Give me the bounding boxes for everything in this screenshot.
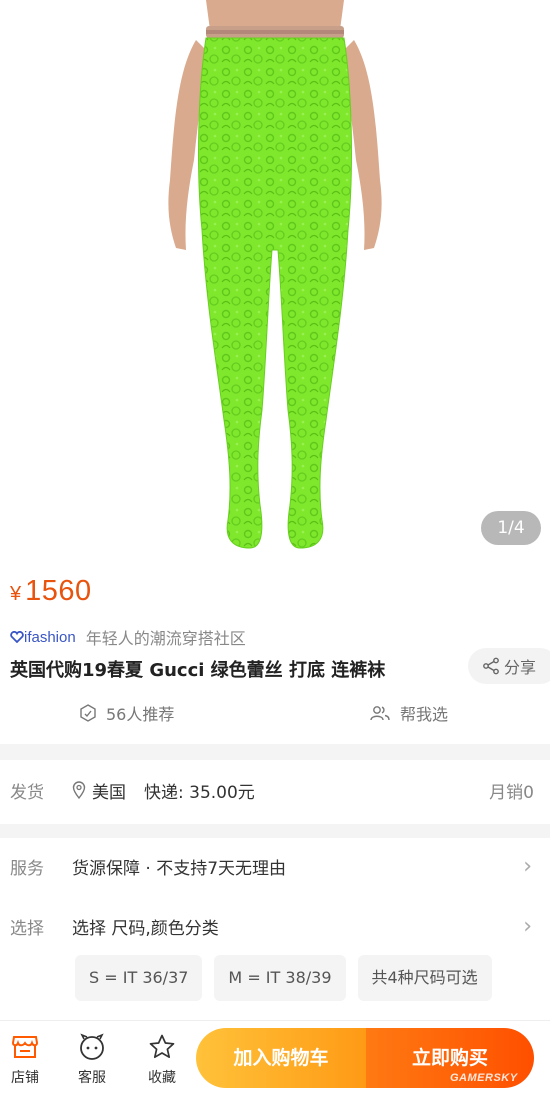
store-tab[interactable]: 店铺 bbox=[0, 1031, 50, 1087]
size-chip[interactable]: M = IT 38/39 bbox=[214, 955, 346, 1001]
price-value: 1560 bbox=[25, 575, 92, 607]
service-label: 服务 bbox=[10, 858, 44, 879]
people-icon bbox=[370, 706, 390, 721]
shipping-label: 发货 bbox=[10, 782, 44, 803]
size-count-chip[interactable]: 共4种尺码可选 bbox=[357, 955, 492, 1001]
favorite-tab[interactable]: 收藏 bbox=[137, 1031, 187, 1087]
currency-symbol: ¥ bbox=[10, 583, 22, 605]
section-divider bbox=[0, 824, 550, 838]
share-icon bbox=[483, 657, 499, 675]
product-photo bbox=[168, 0, 382, 549]
share-button[interactable]: 分享 bbox=[468, 648, 550, 684]
select-row[interactable]: 选择 选择 尺码,颜色分类 › bbox=[0, 904, 550, 948]
help-choose-label: 帮我选 bbox=[400, 705, 449, 724]
recommend-icon bbox=[80, 704, 96, 722]
ship-from-location: 美国 bbox=[92, 782, 126, 803]
service-row[interactable]: 服务 货源保障 · 不支持7天无理由 › bbox=[0, 844, 550, 888]
price: ¥1560 bbox=[10, 575, 92, 608]
recommend-label: 56人推荐 bbox=[106, 705, 175, 724]
chevron-right-icon: › bbox=[523, 913, 532, 939]
monthly-sales: 月销0 bbox=[489, 782, 534, 803]
customer-service-icon bbox=[80, 1033, 104, 1060]
product-title: 英国代购19春夏 Gucci 绿色蕾丝 打底 连裤袜 bbox=[10, 660, 386, 681]
service-value: 货源保障 · 不支持7天无理由 bbox=[72, 858, 287, 879]
brand-row[interactable]: ifashion 年轻人的潮流穿搭社区 bbox=[10, 626, 246, 648]
shipping-fee: 快递: 35.00元 bbox=[144, 782, 255, 803]
image-pager: 1/4 bbox=[481, 511, 541, 545]
share-label: 分享 bbox=[504, 658, 537, 677]
size-chip[interactable]: S = IT 36/37 bbox=[75, 955, 203, 1001]
ifashion-heart-icon bbox=[10, 631, 24, 643]
star-icon bbox=[149, 1034, 175, 1059]
store-label: 店铺 bbox=[11, 1070, 39, 1086]
customer-service-label: 客服 bbox=[78, 1070, 106, 1086]
select-value: 选择 尺码,颜色分类 bbox=[72, 918, 219, 939]
ifashion-logo: ifashion bbox=[10, 629, 76, 646]
customer-service-tab[interactable]: 客服 bbox=[67, 1031, 117, 1087]
section-divider bbox=[0, 744, 550, 760]
location-pin-icon bbox=[72, 781, 86, 799]
select-label: 选择 bbox=[10, 918, 44, 939]
gamersky-watermark: GAMERSKY bbox=[450, 1072, 518, 1084]
recommend-count[interactable]: 56人推荐 bbox=[78, 700, 174, 726]
favorite-label: 收藏 bbox=[148, 1070, 176, 1086]
shipping-row: 发货 美国 快递: 35.00元 月销0 bbox=[0, 768, 550, 812]
size-chips: S = IT 36/37 M = IT 38/39 共4种尺码可选 bbox=[75, 955, 504, 1001]
add-to-cart-button[interactable]: 加入购物车 bbox=[196, 1028, 366, 1088]
store-icon bbox=[11, 1036, 39, 1058]
ifashion-logo-text: ifashion bbox=[24, 628, 76, 646]
chevron-right-icon: › bbox=[523, 853, 532, 879]
product-image-gallery[interactable]: 1/4 bbox=[0, 0, 550, 565]
help-choose-button[interactable]: 帮我选 bbox=[368, 700, 448, 726]
brand-tagline: 年轻人的潮流穿搭社区 bbox=[85, 629, 246, 648]
